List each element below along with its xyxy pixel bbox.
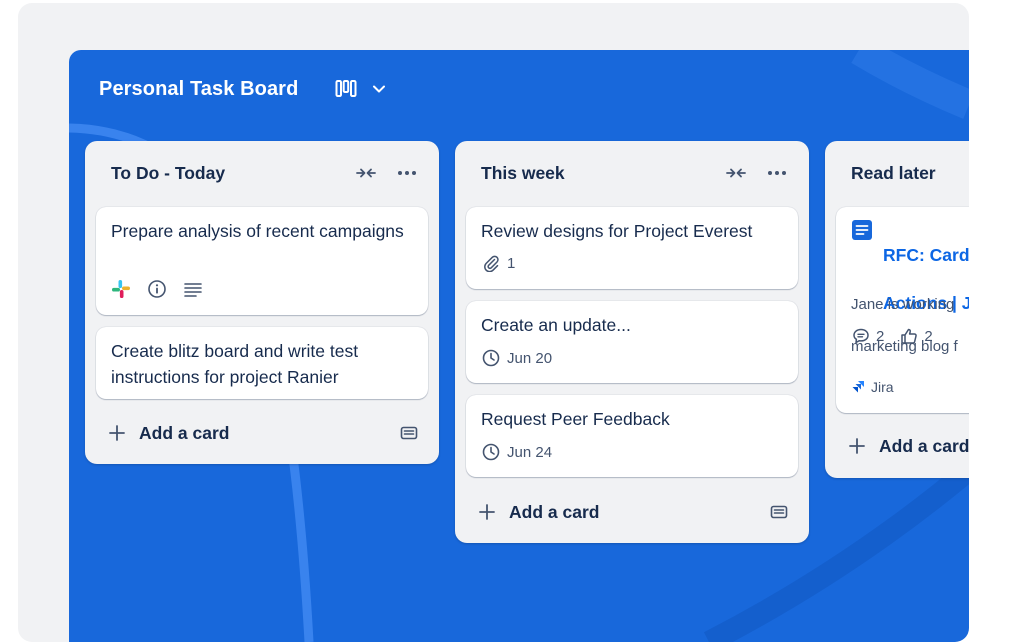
- due-date: Jun 24: [507, 443, 553, 461]
- like-count: 2: [924, 327, 933, 345]
- plus-icon: [477, 502, 497, 522]
- add-card-button[interactable]: Add a card: [477, 499, 789, 525]
- add-card-button[interactable]: Add a card: [847, 433, 969, 459]
- card-title: Create an update...: [481, 315, 631, 335]
- list-header: To Do - Today: [111, 161, 419, 185]
- clock-icon: [481, 348, 501, 368]
- card[interactable]: Review designs for Project Everest 1: [466, 207, 798, 289]
- card-title: Create blitz board and write test instru…: [111, 341, 359, 387]
- list-this-week: This week Review designs for Project Eve…: [455, 141, 809, 543]
- linked-page-title-line: RFC: Card: [883, 245, 969, 265]
- comment-icon: [851, 326, 871, 346]
- board-title[interactable]: Personal Task Board: [99, 78, 298, 101]
- info-icon[interactable]: [147, 279, 167, 299]
- add-card-button[interactable]: Add a card: [107, 420, 419, 446]
- plus-icon: [847, 436, 867, 456]
- card-badges: [111, 279, 203, 299]
- due-date-badge: Jun 24: [481, 442, 552, 462]
- source-name: Jira: [871, 379, 894, 395]
- board-view-icon[interactable]: [334, 78, 358, 100]
- thumbs-up-icon: [899, 326, 919, 346]
- list-to-do-today: To Do - Today Prepare analysis of recent…: [85, 141, 439, 464]
- collapse-icon[interactable]: [724, 161, 748, 185]
- card[interactable]: Create an update... Jun 20: [466, 301, 798, 383]
- plus-icon: [107, 423, 127, 443]
- list-title[interactable]: To Do - Today: [111, 163, 337, 184]
- add-card-label: Add a card: [879, 435, 969, 456]
- card-title: Request Peer Feedback: [481, 409, 670, 429]
- card-template-icon[interactable]: [399, 423, 419, 443]
- comment-count: 2: [876, 327, 885, 345]
- add-card-label: Add a card: [139, 422, 230, 443]
- card[interactable]: Request Peer Feedback Jun 24: [466, 395, 798, 477]
- clock-icon: [481, 442, 501, 462]
- app-frame: Personal Task Board To Do - Today Prepar…: [18, 3, 969, 642]
- attachment-badge: 1: [481, 253, 515, 273]
- card-template-icon[interactable]: [769, 502, 789, 522]
- list-title[interactable]: Read later: [851, 163, 969, 184]
- engagement-badges: 2 2: [851, 326, 933, 346]
- card[interactable]: Create blitz board and write test instru…: [96, 327, 428, 399]
- jira-icon: [852, 381, 864, 393]
- list-read-later: Read later RFC: Card Actions | J Jane is…: [825, 141, 969, 478]
- board-header: Personal Task Board: [99, 74, 388, 104]
- document-icon: [852, 220, 872, 240]
- add-card-label: Add a card: [509, 501, 600, 522]
- list-title[interactable]: This week: [481, 163, 707, 184]
- card-description-line: Jane is working: [851, 296, 955, 313]
- board-canvas: Personal Task Board To Do - Today Prepar…: [69, 50, 969, 642]
- more-icon[interactable]: [765, 161, 789, 185]
- chevron-down-icon[interactable]: [370, 80, 388, 98]
- source-badge: Jira: [851, 379, 894, 395]
- card-title: Review designs for Project Everest: [481, 221, 753, 241]
- card[interactable]: RFC: Card Actions | J Jane is working ma…: [836, 207, 969, 413]
- collapse-icon[interactable]: [354, 161, 378, 185]
- more-icon[interactable]: [395, 161, 419, 185]
- due-date: Jun 20: [507, 349, 553, 367]
- card[interactable]: Prepare analysis of recent campaigns: [96, 207, 428, 315]
- card-title: Prepare analysis of recent campaigns: [111, 221, 404, 241]
- list-header: Read later: [851, 161, 969, 185]
- slack-icon: [111, 279, 131, 299]
- list-header: This week: [481, 161, 789, 185]
- due-date-badge: Jun 20: [481, 348, 552, 368]
- description-icon[interactable]: [183, 279, 203, 299]
- attachment-count: 1: [507, 254, 516, 272]
- paperclip-icon: [481, 253, 501, 273]
